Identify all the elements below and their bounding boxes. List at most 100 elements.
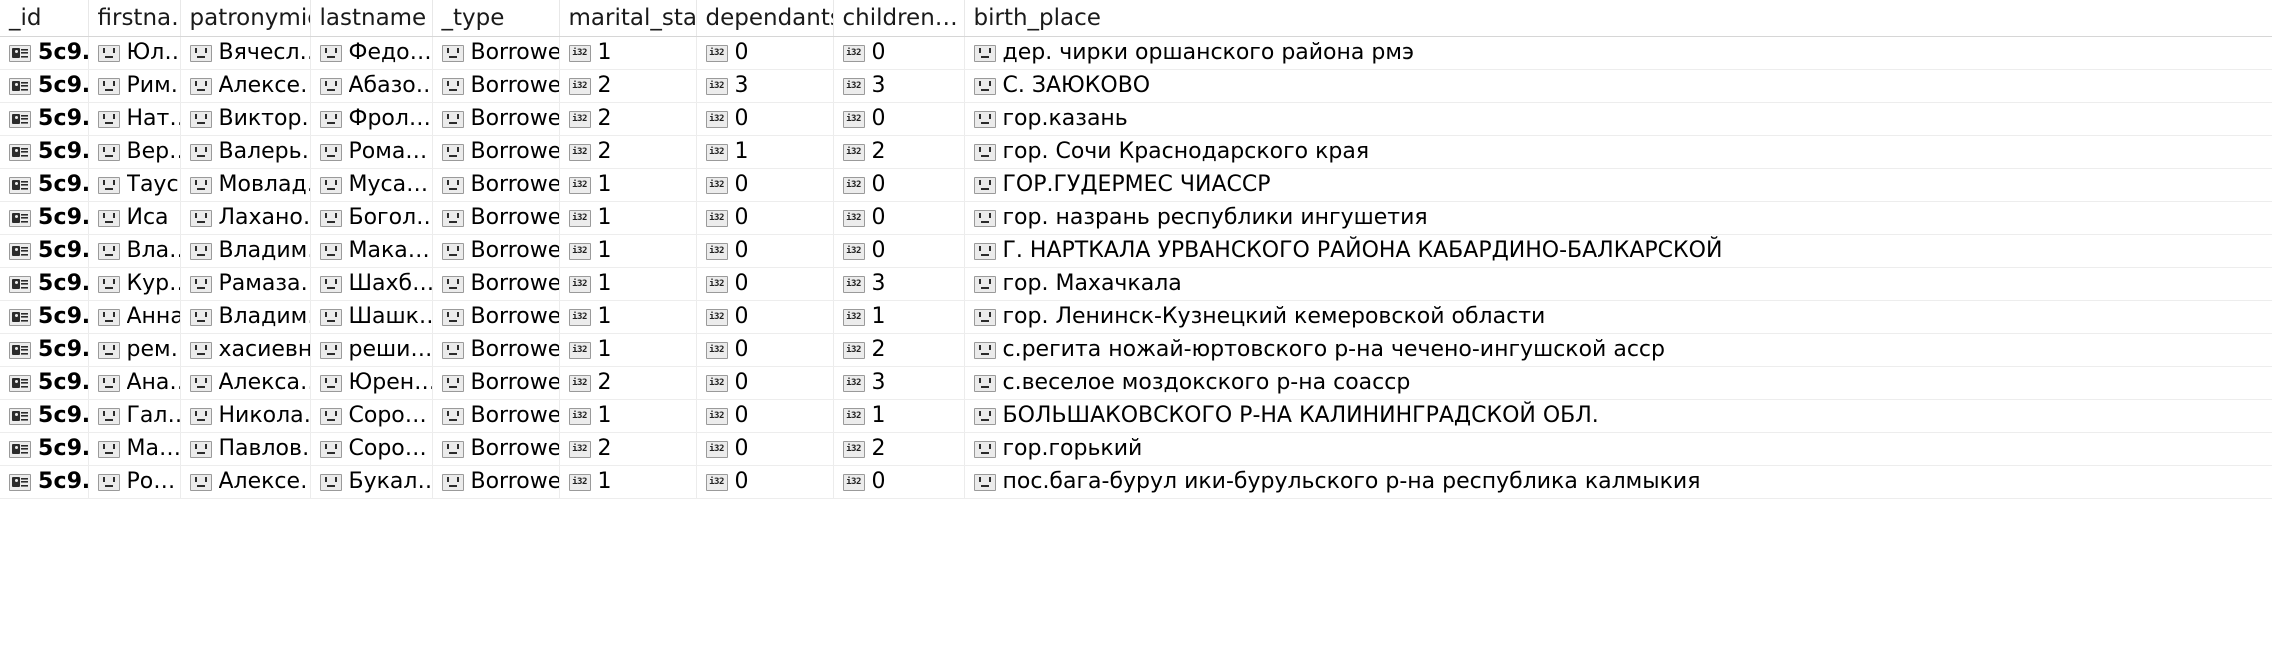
- cell-marital_status[interactable]: i321: [559, 400, 696, 433]
- cell-birth_place[interactable]: с.регита ножай-юртовского р-на чечено-ин…: [964, 334, 2272, 367]
- table-row[interactable]: 5c9…Ро…Алексе…Букал…Borroweri321i320i320…: [0, 466, 2272, 499]
- result-set-table[interactable]: _idfirstna…patronymiclastname_typemarita…: [0, 0, 2272, 499]
- cell-lastname[interactable]: Абазо…: [310, 70, 432, 103]
- cell-marital_status[interactable]: i322: [559, 136, 696, 169]
- cell-firstname[interactable]: рем…: [88, 334, 180, 367]
- cell-marital_status[interactable]: i321: [559, 37, 696, 70]
- cell-birth_place[interactable]: С. ЗАЮКОВО: [964, 70, 2272, 103]
- cell-type[interactable]: Borrower: [432, 70, 559, 103]
- column-header-children[interactable]: children…: [833, 0, 964, 37]
- cell-children[interactable]: i323: [833, 367, 964, 400]
- cell-firstname[interactable]: Ро…: [88, 466, 180, 499]
- cell-birth_place[interactable]: гор. Ленинск-Кузнецкий кемеровской облас…: [964, 301, 2272, 334]
- cell-marital_status[interactable]: i322: [559, 103, 696, 136]
- cell-type[interactable]: Borrower: [432, 334, 559, 367]
- cell-firstname[interactable]: Иса: [88, 202, 180, 235]
- cell-children[interactable]: i322: [833, 136, 964, 169]
- column-header-marital_status[interactable]: marital_status: [559, 0, 696, 37]
- cell-patronymic[interactable]: хасиевна: [180, 334, 310, 367]
- cell-marital_status[interactable]: i321: [559, 202, 696, 235]
- cell-children[interactable]: i320: [833, 202, 964, 235]
- cell-children[interactable]: i321: [833, 400, 964, 433]
- cell-marital_status[interactable]: i321: [559, 334, 696, 367]
- cell-marital_status[interactable]: i322: [559, 433, 696, 466]
- cell-patronymic[interactable]: Вячесл…: [180, 37, 310, 70]
- cell-birth_place[interactable]: Г. НАРТКАЛА УРВАНСКОГО РАЙОНА КАБАРДИНО-…: [964, 235, 2272, 268]
- cell-type[interactable]: Borrower: [432, 37, 559, 70]
- cell-firstname[interactable]: Анна: [88, 301, 180, 334]
- cell-id[interactable]: 5c9…: [0, 400, 88, 433]
- cell-marital_status[interactable]: i321: [559, 169, 696, 202]
- cell-id[interactable]: 5c9…: [0, 334, 88, 367]
- cell-dependants[interactable]: i320: [696, 37, 833, 70]
- cell-children[interactable]: i321: [833, 301, 964, 334]
- cell-dependants[interactable]: i320: [696, 367, 833, 400]
- table-row[interactable]: 5c9…Кур…Рамаза…Шахб…Borroweri321i320i323…: [0, 268, 2272, 301]
- cell-dependants[interactable]: i320: [696, 103, 833, 136]
- cell-lastname[interactable]: Букал…: [310, 466, 432, 499]
- cell-children[interactable]: i323: [833, 268, 964, 301]
- cell-dependants[interactable]: i323: [696, 70, 833, 103]
- cell-patronymic[interactable]: Лахано…: [180, 202, 310, 235]
- cell-children[interactable]: i320: [833, 169, 964, 202]
- cell-type[interactable]: Borrower: [432, 433, 559, 466]
- cell-firstname[interactable]: Кур…: [88, 268, 180, 301]
- cell-type[interactable]: Borrower: [432, 301, 559, 334]
- table-row[interactable]: 5c9…Ана…Алекса…Юрен…Borroweri322i320i323…: [0, 367, 2272, 400]
- cell-children[interactable]: i320: [833, 37, 964, 70]
- cell-children[interactable]: i320: [833, 103, 964, 136]
- column-header-lastname[interactable]: lastname: [310, 0, 432, 37]
- cell-marital_status[interactable]: i321: [559, 466, 696, 499]
- cell-patronymic[interactable]: Алекса…: [180, 367, 310, 400]
- cell-dependants[interactable]: i320: [696, 202, 833, 235]
- table-row[interactable]: 5c9…Вла…Владим…Мака…Borroweri321i320i320…: [0, 235, 2272, 268]
- cell-id[interactable]: 5c9…: [0, 433, 88, 466]
- table-row[interactable]: 5c9…рем…хасиевнареши…Borroweri321i320i32…: [0, 334, 2272, 367]
- cell-id[interactable]: 5c9…: [0, 169, 88, 202]
- table-row[interactable]: 5c9…ИсаЛахано…Богол…Borroweri321i320i320…: [0, 202, 2272, 235]
- cell-birth_place[interactable]: гор.горький: [964, 433, 2272, 466]
- cell-dependants[interactable]: i320: [696, 334, 833, 367]
- cell-id[interactable]: 5c9…: [0, 301, 88, 334]
- cell-patronymic[interactable]: Никола…: [180, 400, 310, 433]
- cell-children[interactable]: i322: [833, 334, 964, 367]
- column-header-birth_place[interactable]: birth_place: [964, 0, 2272, 37]
- table-row[interactable]: 5c9…Юл…Вячесл…Федо…Borroweri321i320i320д…: [0, 37, 2272, 70]
- cell-id[interactable]: 5c9…: [0, 367, 88, 400]
- cell-birth_place[interactable]: БОЛЬШАКОВСКОГО Р-НА КАЛИНИНГРАДСКОЙ ОБЛ.: [964, 400, 2272, 433]
- cell-dependants[interactable]: i320: [696, 235, 833, 268]
- cell-firstname[interactable]: Нат…: [88, 103, 180, 136]
- cell-dependants[interactable]: i320: [696, 400, 833, 433]
- cell-marital_status[interactable]: i321: [559, 301, 696, 334]
- cell-birth_place[interactable]: пос.бага-бурул ики-бурульского р-на респ…: [964, 466, 2272, 499]
- cell-type[interactable]: Borrower: [432, 466, 559, 499]
- cell-lastname[interactable]: Шахб…: [310, 268, 432, 301]
- table-row[interactable]: 5c9…Гал…Никола…Соро…Borroweri321i320i321…: [0, 400, 2272, 433]
- cell-patronymic[interactable]: Алексе…: [180, 70, 310, 103]
- cell-lastname[interactable]: Шашк…: [310, 301, 432, 334]
- cell-children[interactable]: i320: [833, 466, 964, 499]
- cell-lastname[interactable]: Богол…: [310, 202, 432, 235]
- cell-firstname[interactable]: Вла…: [88, 235, 180, 268]
- cell-patronymic[interactable]: Алексе…: [180, 466, 310, 499]
- cell-id[interactable]: 5c9…: [0, 202, 88, 235]
- cell-firstname[interactable]: Гал…: [88, 400, 180, 433]
- table-row[interactable]: 5c9…Ма…Павлов…Соро…Borroweri322i320i322г…: [0, 433, 2272, 466]
- cell-birth_place[interactable]: дер. чирки оршанского района рмэ: [964, 37, 2272, 70]
- cell-dependants[interactable]: i320: [696, 301, 833, 334]
- cell-marital_status[interactable]: i322: [559, 367, 696, 400]
- cell-firstname[interactable]: Вер…: [88, 136, 180, 169]
- cell-dependants[interactable]: i320: [696, 466, 833, 499]
- cell-type[interactable]: Borrower: [432, 202, 559, 235]
- cell-birth_place[interactable]: гор. Махачкала: [964, 268, 2272, 301]
- cell-lastname[interactable]: Соро…: [310, 400, 432, 433]
- cell-firstname[interactable]: Таус: [88, 169, 180, 202]
- cell-lastname[interactable]: реши…: [310, 334, 432, 367]
- cell-birth_place[interactable]: с.веселое моздокского р-на соасср: [964, 367, 2272, 400]
- cell-patronymic[interactable]: Валерь…: [180, 136, 310, 169]
- cell-lastname[interactable]: Федо…: [310, 37, 432, 70]
- cell-lastname[interactable]: Мака…: [310, 235, 432, 268]
- data-grid-viewport[interactable]: _idfirstna…patronymiclastname_typemarita…: [0, 0, 2272, 668]
- cell-type[interactable]: Borrower: [432, 268, 559, 301]
- cell-id[interactable]: 5c9…: [0, 466, 88, 499]
